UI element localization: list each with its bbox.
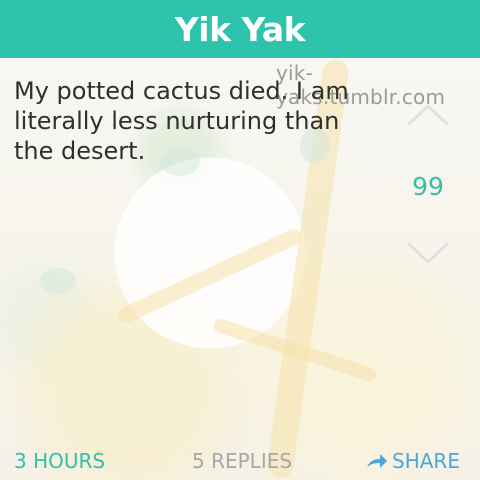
vote-count: 99 bbox=[412, 172, 444, 201]
post-time: 3 HOURS bbox=[14, 449, 106, 473]
chevron-down-icon bbox=[406, 241, 450, 271]
share-arrow-icon bbox=[366, 452, 388, 470]
app-header: Yik Yak bbox=[0, 0, 480, 58]
share-button[interactable]: SHARE bbox=[366, 449, 460, 473]
map-road bbox=[115, 226, 305, 326]
upvote-button[interactable] bbox=[398, 98, 458, 134]
map-park bbox=[40, 268, 76, 294]
yak-message: My potted cactus died. I am literally le… bbox=[14, 77, 349, 165]
replies-button[interactable]: 5 REPLIES bbox=[192, 449, 292, 473]
downvote-button[interactable] bbox=[398, 238, 458, 274]
app-title: Yik Yak bbox=[174, 9, 306, 49]
chevron-up-icon bbox=[406, 101, 450, 131]
share-label: SHARE bbox=[392, 449, 460, 473]
